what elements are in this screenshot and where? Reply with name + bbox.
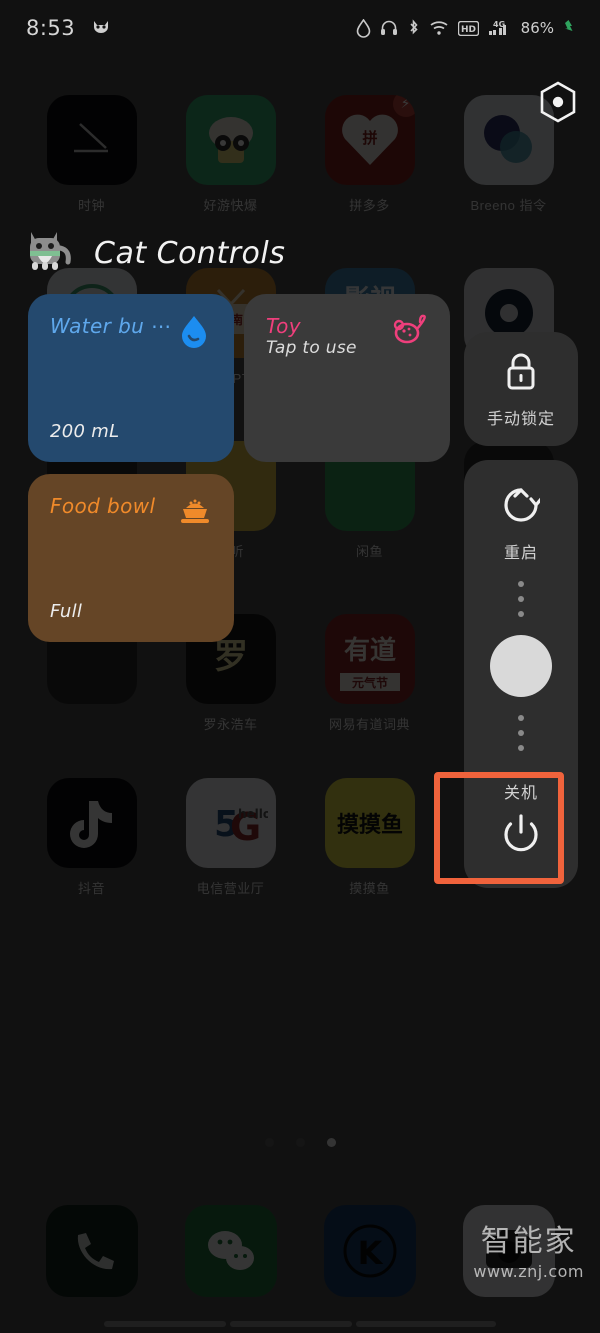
app-pinduoduo[interactable]: 拼 ⚡ 拼多多	[310, 95, 430, 214]
app-clock[interactable]: 时钟	[32, 95, 152, 214]
track-dot	[518, 611, 524, 617]
tile-header: Water bu ⋯	[50, 314, 212, 350]
page-dot[interactable]	[295, 1138, 305, 1147]
cat-icon	[22, 222, 80, 285]
page-dot[interactable]	[264, 1138, 274, 1147]
wechat-app-icon[interactable]	[184, 1205, 277, 1297]
bluetooth-icon	[407, 18, 420, 38]
app-label: 摸摸鱼	[349, 881, 390, 896]
app-wechat[interactable]	[171, 1205, 291, 1297]
app-label: 好游快爆	[203, 198, 258, 213]
water-drop-icon	[176, 314, 212, 350]
svg-text:K: K	[357, 1234, 383, 1272]
svg-text:摸摸鱼: 摸摸鱼	[336, 812, 402, 838]
power-icon	[501, 813, 541, 858]
power-slider-column: 重启 关机	[464, 460, 578, 888]
gesture-segment[interactable]	[104, 1321, 226, 1327]
app-label: 电信营业厅	[196, 881, 265, 896]
svg-text:罗: 罗	[214, 637, 248, 677]
watermark-text: 智能家	[480, 1224, 577, 1259]
lock-icon	[502, 350, 540, 397]
track-dot	[518, 730, 524, 736]
settings-button[interactable]	[538, 81, 578, 123]
gesture-navigation-bar[interactable]	[0, 1321, 600, 1327]
battery-percent-label: 86%	[520, 19, 554, 37]
app-label: Breeno 指令	[470, 198, 547, 213]
haoyou-app-icon[interactable]	[185, 95, 276, 185]
headset-icon	[380, 19, 398, 37]
svg-text:元气节: 元气节	[351, 675, 387, 690]
tile-body: Tap to use	[266, 338, 428, 358]
app-telecom[interactable]: 5 Ghello 电信营业厅	[171, 778, 291, 897]
wifi-icon	[429, 20, 449, 36]
gesture-segment[interactable]	[356, 1321, 496, 1327]
status-clock: 8:53	[26, 16, 76, 40]
restart-icon	[502, 486, 543, 529]
tile-title: Food bowl	[50, 494, 156, 518]
svg-text:hello: hello	[238, 807, 268, 821]
power-menu: 手动锁定 重启 关机	[434, 332, 578, 888]
manual-lock-button[interactable]: 手动锁定	[464, 332, 578, 446]
track-dot	[518, 715, 524, 721]
status-bar-right: HD 4G 86%	[356, 18, 574, 38]
slider-track-dots-lower	[518, 715, 524, 751]
gesture-segment[interactable]	[230, 1321, 352, 1327]
phone-screen: 时钟 好游快爆 拼 ⚡ 拼多多 Breeno 指令 闲鱼 罗 罗永浩车 有道 元…	[0, 0, 600, 1333]
shutdown-button[interactable]: 关机	[489, 771, 553, 866]
restart-button[interactable]: 重启	[502, 486, 543, 563]
cat-controls-title: Cat Controls	[94, 235, 286, 271]
tile-title: Toy	[266, 314, 302, 338]
track-dot	[518, 745, 524, 751]
momoyu-app-icon[interactable]: 摸摸鱼	[324, 778, 415, 868]
charging-bolt-icon	[563, 19, 574, 37]
app-label: 时钟	[77, 198, 105, 213]
app-label: 网易有道词典	[328, 717, 410, 732]
tile-value: 200 mL	[50, 421, 120, 442]
app-haoyou[interactable]: 好游快爆	[171, 95, 291, 214]
app-douyin[interactable]: 抖音	[32, 778, 152, 897]
status-bar-left: 8:53	[26, 16, 111, 40]
app-phone[interactable]	[32, 1205, 152, 1297]
signal-4g-icon: 4G	[488, 19, 510, 37]
cat-controls-header: Cat Controls	[0, 222, 600, 284]
svg-text:HD: HD	[461, 25, 476, 35]
douyin-app-icon[interactable]	[46, 778, 137, 868]
telecom-app-icon[interactable]: 5 Ghello	[185, 778, 276, 868]
app-label: 罗永浩车	[203, 717, 258, 732]
tile-header: Food bowl	[50, 494, 212, 530]
tile-title: Water bu ⋯	[50, 314, 170, 338]
phone-app-icon[interactable]	[45, 1205, 138, 1297]
power-slider-knob[interactable]	[490, 635, 552, 697]
tile-food-bowl[interactable]: Food bowl Full	[28, 474, 234, 642]
app-label: 拼多多	[349, 198, 390, 213]
watermark: 智能家 www.znj.com	[473, 1216, 584, 1281]
svg-text:拼: 拼	[362, 129, 377, 147]
restart-label: 重启	[503, 543, 538, 562]
cat-face-icon	[91, 19, 111, 37]
app-kuaishou[interactable]: K	[310, 1205, 430, 1297]
tile-subtitle: Tap to use	[266, 338, 357, 358]
tile-value: Full	[50, 601, 83, 622]
slider-track-dots-upper	[518, 581, 524, 617]
kuaishou-app-icon[interactable]: K	[323, 1205, 416, 1297]
status-bar: 8:53 HD 4G 86%	[0, 0, 600, 56]
track-dot	[518, 581, 524, 587]
app-row: 时钟 好游快爆 拼 ⚡ 拼多多 Breeno 指令	[0, 95, 600, 214]
tile-water-bucket[interactable]: Water bu ⋯ 200 mL	[28, 294, 234, 462]
manual-lock-label: 手动锁定	[486, 408, 555, 428]
page-indicator	[0, 1138, 600, 1147]
app-label: 抖音	[77, 881, 105, 896]
clock-app-icon[interactable]	[46, 95, 137, 185]
app-momoyu[interactable]: 摸摸鱼 摸摸鱼	[310, 778, 430, 897]
hd-icon: HD	[457, 20, 479, 36]
water-drop-icon	[356, 18, 371, 38]
shutdown-label: 关机	[503, 783, 538, 802]
tile-toy[interactable]: Toy Tap to use	[244, 294, 450, 462]
hex-gear-icon	[540, 81, 576, 123]
page-dot-active[interactable]	[326, 1138, 336, 1147]
pinduoduo-app-icon[interactable]: 拼 ⚡	[324, 95, 415, 185]
food-bowl-icon	[176, 494, 212, 530]
watermark-url: www.znj.com	[473, 1262, 584, 1281]
track-dot	[518, 596, 524, 602]
